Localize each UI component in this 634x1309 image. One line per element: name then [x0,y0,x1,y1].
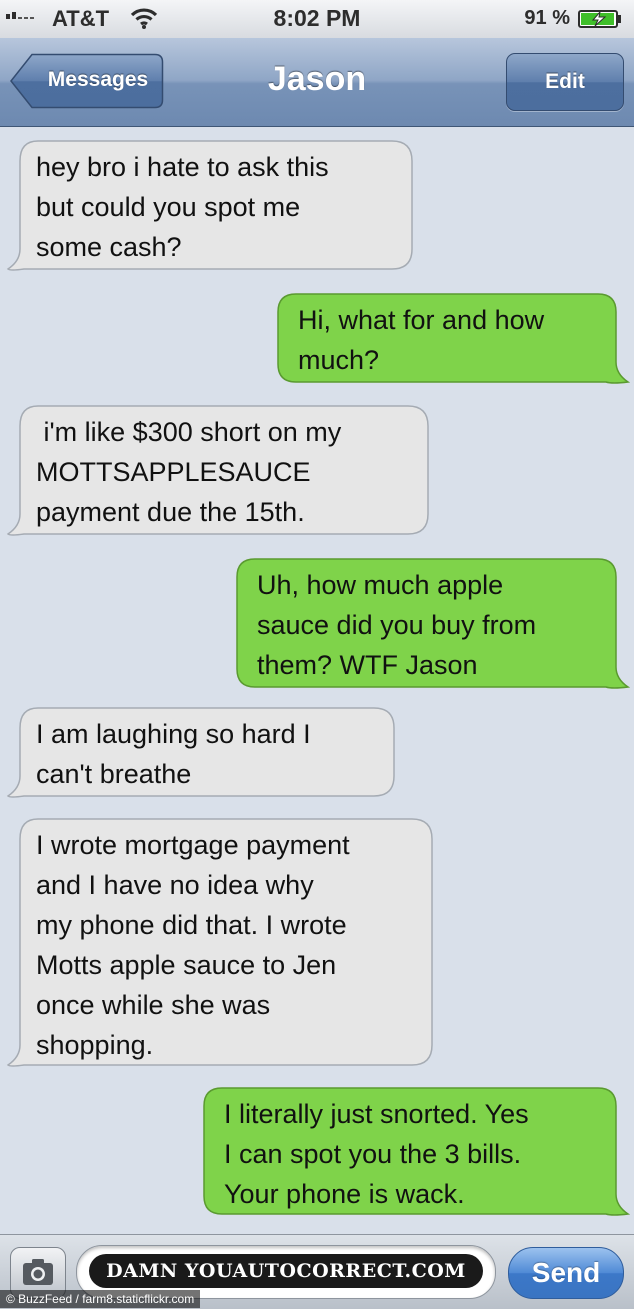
send-button[interactable]: Send [508,1247,624,1299]
message-bubble-received[interactable]: I am laughing so hard I can't breathe [6,706,396,800]
message-text: I literally just snorted. Yes I can spot… [224,1099,529,1209]
message-bubble-received[interactable]: i'm like $300 short on my MOTTSAPPLESAUC… [6,404,430,538]
battery-charging-icon [578,10,621,28]
message-bubble-received[interactable]: hey bro i hate to ask this but could you… [6,139,414,273]
message-text: i'm like $300 short on my MOTTSAPPLESAUC… [36,417,342,527]
edit-button[interactable]: Edit [506,53,624,111]
message-bubble-sent[interactable]: Hi, what for and how much? [276,292,630,386]
message-thread: hey bro i hate to ask this but could you… [0,127,634,1234]
image-credit: © BuzzFeed / farm8.staticflickr.com [0,1290,201,1308]
site-watermark: DAMN YOUAUTOCORRECT.COM [89,1254,483,1288]
status-bar: AT&T 8:02 PM 91 % [0,0,634,38]
message-text: I wrote mortgage payment and I have no i… [36,830,350,1060]
message-text: hey bro i hate to ask this but could you… [36,152,329,262]
message-text: I am laughing so hard I can't breathe [36,719,311,789]
message-text: Hi, what for and how much? [298,305,545,375]
battery-percent: 91 % [524,7,570,29]
message-text: Uh, how much apple sauce did you buy fro… [257,570,537,680]
message-bubble-received[interactable]: I wrote mortgage payment and I have no i… [6,817,434,1069]
message-bubble-sent[interactable]: Uh, how much apple sauce did you buy fro… [235,557,630,691]
navigation-bar: Messages Jason Edit [0,38,634,127]
message-bubble-sent[interactable]: I literally just snorted. Yes I can spot… [202,1086,630,1218]
